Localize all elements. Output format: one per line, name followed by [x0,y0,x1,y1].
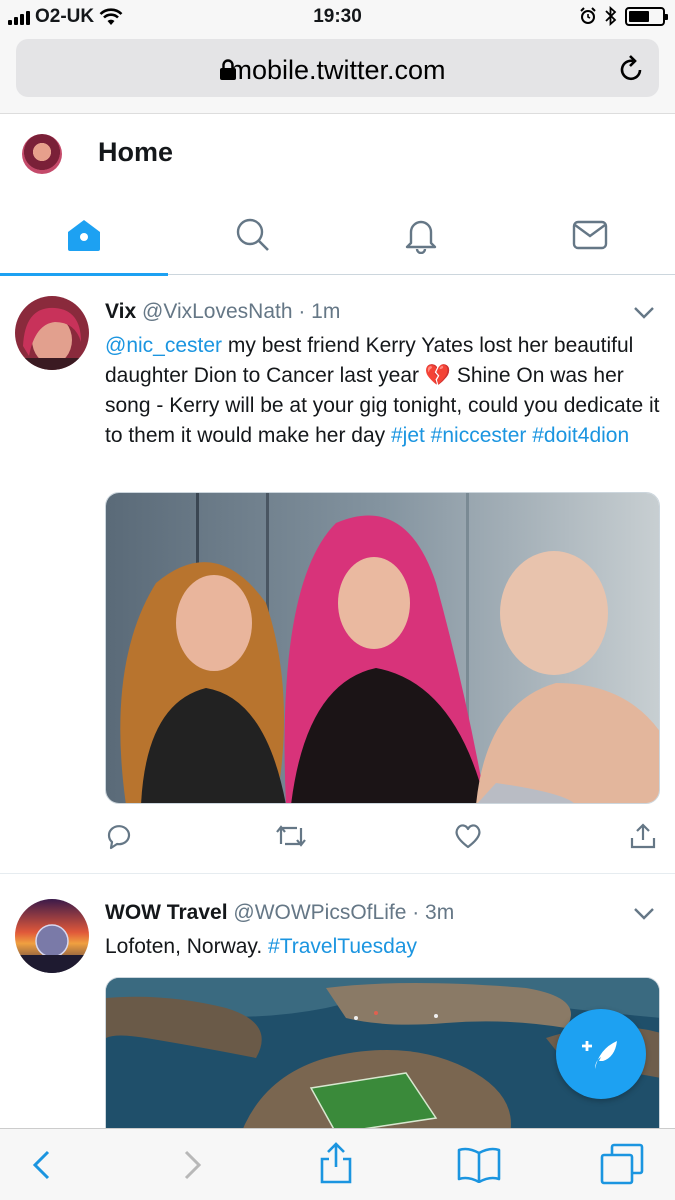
search-icon [236,218,269,251]
hashtag-links[interactable]: #TravelTuesday [268,935,417,958]
compose-tweet-button[interactable] [556,1009,646,1099]
tweet-text: Lofoten, Norway. #TravelTuesday [105,932,665,962]
tabs-icon[interactable] [600,1143,644,1185]
author-handle[interactable]: @WOWPicsOfLife [233,901,406,924]
browser-toolbar [0,1128,675,1200]
top-header: Home [0,115,675,195]
battery-icon [625,6,668,26]
tweet-avatar[interactable] [15,899,89,973]
compose-feather-icon [582,1041,617,1069]
share-icon[interactable] [629,822,657,850]
reload-icon[interactable] [619,55,645,83]
tab-messages[interactable] [506,195,674,275]
tweet[interactable]: WOW Travel @WOWPicsOfLife · 3m Lofoten, … [0,875,675,1147]
photo-image [106,493,659,803]
mention-link[interactable]: @nic_cester [105,334,222,357]
chevron-down-icon[interactable] [633,306,655,320]
page-title: Home [98,137,174,167]
tab-notifications[interactable] [337,195,505,275]
chevron-down-icon[interactable] [633,907,655,921]
hashtag-links[interactable]: #jet #niccester #doit4dion [391,424,629,447]
forward-icon[interactable] [180,1149,204,1181]
tweet-time[interactable]: · 1m [298,300,340,323]
tab-home[interactable] [0,195,168,276]
retweet-icon[interactable] [275,822,307,850]
bookmarks-icon[interactable] [456,1145,502,1183]
tab-bar [0,195,675,276]
reply-icon[interactable] [105,822,133,850]
envelope-icon [572,220,608,250]
tweet-photo[interactable] [105,492,660,804]
tab-search[interactable] [169,195,337,275]
browser-address-area: mobile.twitter.com [0,34,675,114]
author-name[interactable]: WOW Travel [105,901,228,924]
url-text: mobile.twitter.com [229,55,446,85]
home-icon [68,220,100,251]
heart-icon[interactable] [453,822,483,850]
tweet-time[interactable]: · 3m [412,901,454,924]
author-handle[interactable]: @VixLovesNath [142,300,293,323]
address-bar[interactable]: mobile.twitter.com [16,39,659,97]
tweet-text: @nic_cester my best friend Kerry Yates l… [105,331,665,451]
tweet[interactable]: Vix @VixLovesNath · 1m @nic_cester my be… [0,276,675,874]
profile-avatar[interactable] [22,134,62,174]
tweet-header: Vix @VixLovesNath · 1m [105,300,340,324]
tweet-avatar[interactable] [15,296,89,370]
tweet-body: Lofoten, Norway. [105,935,269,958]
bluetooth-icon [605,6,617,26]
author-name[interactable]: Vix [105,300,136,323]
share-icon[interactable] [318,1141,354,1185]
tweet-actions [105,822,660,852]
alarm-icon [580,7,596,24]
tweet-header: WOW Travel @WOWPicsOfLife · 3m [105,901,454,925]
back-icon[interactable] [30,1149,54,1181]
bell-icon [405,220,437,254]
status-time: 19:30 [313,6,362,27]
status-bar: O2-UK 19:30 [0,0,675,34]
